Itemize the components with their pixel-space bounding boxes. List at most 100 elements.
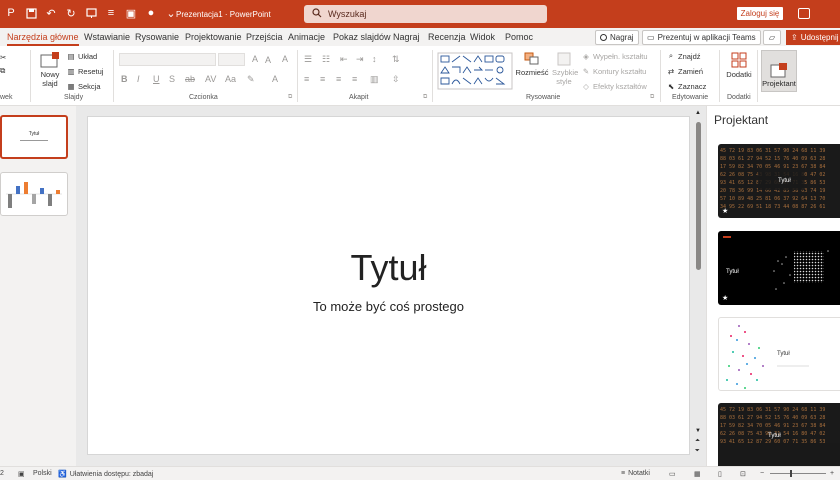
- decrease-indent-icon[interactable]: ⇤: [340, 54, 348, 65]
- tab-record[interactable]: Nagraj: [393, 32, 420, 42]
- increase-font-icon[interactable]: A: [252, 54, 258, 64]
- text-direction-icon[interactable]: ⇅: [392, 54, 400, 65]
- accessibility-button[interactable]: ♿ Ułatwienia dostępu: zbadaj: [58, 470, 153, 479]
- select-button[interactable]: ⬉ Zaznacz: [666, 81, 707, 91]
- bold-icon[interactable]: B: [121, 74, 128, 84]
- search-box[interactable]: Wyszukaj: [304, 5, 547, 23]
- undo-icon[interactable]: ↶: [44, 6, 58, 20]
- justify-icon[interactable]: ≡: [352, 74, 357, 84]
- design-option[interactable]: Tytuł ★: [718, 231, 840, 305]
- replace-button[interactable]: ⇄ Zamień: [666, 66, 703, 76]
- decrease-font-icon[interactable]: A: [265, 55, 271, 65]
- line-spacing-icon[interactable]: ↕: [372, 54, 377, 64]
- zoom-slider-thumb[interactable]: [790, 470, 792, 477]
- window-restore-icon[interactable]: [798, 8, 810, 19]
- comments-button[interactable]: ▱: [763, 30, 781, 45]
- font-name-field[interactable]: [119, 53, 216, 66]
- numbering-icon[interactable]: ☷: [322, 54, 330, 65]
- previous-slide-icon[interactable]: ⏶: [695, 438, 700, 445]
- normal-view-icon[interactable]: ▭: [669, 470, 676, 478]
- sorter-view-icon[interactable]: ▦: [694, 470, 701, 478]
- highlight-icon[interactable]: ▣: [124, 6, 138, 20]
- underline-icon[interactable]: U: [153, 74, 160, 84]
- copy-icon[interactable]: ⧉: [0, 66, 5, 76]
- tab-draw[interactable]: Rysowanie: [135, 32, 179, 42]
- shapes-gallery[interactable]: [437, 52, 513, 90]
- shape-fill-button[interactable]: ◈ Wypełn. kształtu: [581, 51, 647, 61]
- align-text-icon[interactable]: ⇳: [392, 74, 400, 85]
- case-icon[interactable]: Aa: [225, 74, 236, 84]
- language-indicator[interactable]: Polski: [33, 470, 52, 477]
- tab-view[interactable]: Widok: [470, 32, 495, 42]
- tab-review[interactable]: Recenzja: [428, 32, 466, 42]
- presenter-view-icon[interactable]: ⊡: [740, 470, 746, 478]
- quick-styles-button[interactable]: Szybkie style: [552, 52, 578, 86]
- slide-title[interactable]: Tytuł: [88, 247, 689, 289]
- align-right-icon[interactable]: ≡: [336, 74, 341, 84]
- scroll-up-icon[interactable]: ▲: [695, 110, 701, 116]
- cut-icon[interactable]: ✂: [0, 53, 6, 62]
- strikethrough-icon[interactable]: ab: [185, 74, 195, 84]
- present-teams-button[interactable]: ▭ Prezentuj w aplikacji Teams: [642, 30, 761, 45]
- design-option[interactable]: Tytuł: [718, 317, 840, 391]
- zoom-slider[interactable]: [770, 470, 826, 477]
- spellcheck-icon[interactable]: ▣: [18, 470, 25, 478]
- find-button[interactable]: ⌕ Znajdź: [666, 51, 701, 61]
- font-size-field[interactable]: [218, 53, 245, 66]
- zoom-in-icon[interactable]: +: [830, 470, 834, 477]
- layout-button[interactable]: ▤ Układ: [66, 51, 97, 61]
- share-button[interactable]: ⇪ Udostępnij: [786, 30, 840, 45]
- bullets-icon[interactable]: ☰: [304, 54, 312, 65]
- paragraph-dialog-launcher-icon[interactable]: ⧉: [423, 94, 427, 101]
- record-dot-icon[interactable]: ●: [144, 6, 158, 20]
- shadow-icon[interactable]: S: [169, 74, 175, 84]
- zoom-out-icon[interactable]: −: [760, 470, 764, 477]
- tab-help[interactable]: Pomoc: [505, 32, 533, 42]
- shape-outline-button[interactable]: ✎ Kontury kształtu: [581, 66, 647, 76]
- vertical-scrollbar[interactable]: ▲ ▼ ⏶ ⏷: [695, 110, 703, 460]
- tab-insert[interactable]: Wstawianie: [84, 32, 130, 42]
- scroll-down-icon[interactable]: ▼: [695, 428, 701, 434]
- app-icon[interactable]: P: [4, 6, 18, 20]
- reset-button[interactable]: ▥ Resetuj: [66, 66, 103, 76]
- next-slide-icon[interactable]: ⏷: [695, 448, 700, 455]
- slide-thumbnail[interactable]: [0, 172, 68, 216]
- scrollbar-thumb[interactable]: [696, 122, 701, 270]
- arrange-button[interactable]: Rozmieść: [516, 52, 548, 77]
- font-color-icon[interactable]: A: [272, 74, 278, 84]
- slideshow-icon[interactable]: [84, 6, 98, 20]
- save-icon[interactable]: [24, 6, 38, 20]
- slide-subtitle[interactable]: To może być coś prostego: [88, 299, 689, 314]
- highlighter-icon[interactable]: ✎: [247, 74, 255, 85]
- tab-transitions[interactable]: Przejścia: [246, 32, 283, 42]
- slide-canvas[interactable]: Tytuł To może być coś prostego: [87, 116, 690, 455]
- font-dialog-launcher-icon[interactable]: ⧉: [288, 94, 292, 101]
- tab-design[interactable]: Projektowanie: [185, 32, 242, 42]
- align-center-icon[interactable]: ≡: [320, 74, 325, 84]
- tab-slideshow[interactable]: Pokaz slajdów: [333, 32, 391, 42]
- design-option[interactable]: 45 72 19 83 06 31 57 90 24 68 11 39 88 0…: [718, 144, 840, 218]
- addins-button[interactable]: Dodatki: [724, 52, 754, 79]
- notes-button[interactable]: ≡ Notatki: [621, 470, 650, 477]
- italic-icon[interactable]: I: [137, 74, 140, 84]
- designer-button[interactable]: Projektant: [761, 50, 797, 92]
- align-left-icon[interactable]: ≡: [304, 74, 309, 84]
- reading-view-icon[interactable]: ▯: [718, 470, 722, 478]
- columns-icon[interactable]: ▥: [370, 74, 379, 85]
- clear-format-icon[interactable]: A: [282, 54, 288, 64]
- drawing-dialog-launcher-icon[interactable]: ⧉: [650, 94, 654, 101]
- spacing-icon[interactable]: AV: [205, 74, 216, 84]
- favorite-star-icon[interactable]: ★: [722, 294, 728, 302]
- section-button[interactable]: ▦ Sekcja: [66, 81, 100, 91]
- shape-effects-button[interactable]: ◇ Efekty kształtów: [581, 81, 647, 91]
- tab-animations[interactable]: Animacje: [288, 32, 325, 42]
- tab-home[interactable]: Narzędzia główne: [7, 32, 79, 46]
- redo-icon[interactable]: ↻: [64, 6, 78, 20]
- login-button[interactable]: Zaloguj się: [737, 7, 783, 20]
- record-button[interactable]: Nagraj: [595, 30, 639, 45]
- new-slide-button[interactable]: Nowy slajd: [38, 52, 62, 88]
- slide-thumbnail[interactable]: Tytuł: [0, 115, 68, 159]
- favorite-star-icon[interactable]: ★: [722, 207, 728, 215]
- align-icon[interactable]: ≡: [104, 6, 118, 20]
- increase-indent-icon[interactable]: ⇥: [356, 54, 364, 65]
